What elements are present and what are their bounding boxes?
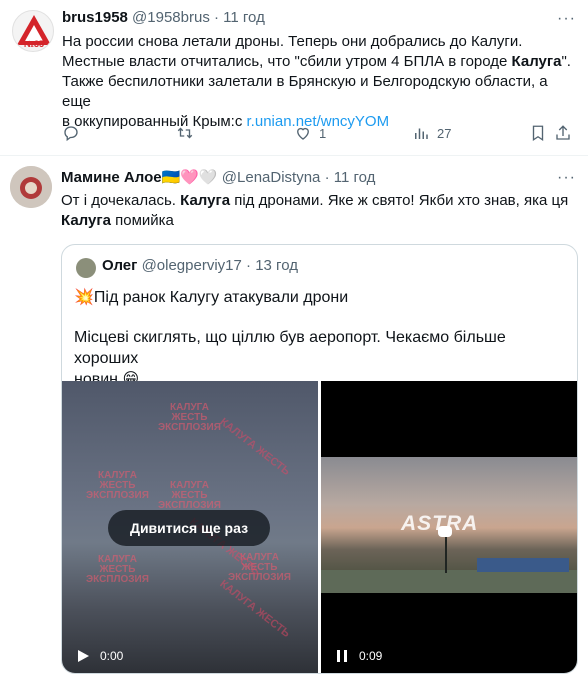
collision-emoji: 💥 bbox=[74, 289, 94, 306]
tweet-header: Мамине Алое🇺🇦🩷🤍 @LenaDistyna · 11 год bbox=[61, 168, 375, 188]
avatar-logo-icon: №35 bbox=[17, 15, 51, 49]
retweet-button[interactable] bbox=[176, 123, 194, 143]
tweet-brus1958[interactable]: №35 brus1958 @1958brus · 11 год ··· На р… bbox=[0, 0, 588, 156]
separator-dot: · bbox=[324, 169, 330, 186]
avatar[interactable]: №35 bbox=[12, 10, 54, 52]
share-icon bbox=[556, 125, 570, 140]
tweet-lenadistyna[interactable]: Мамине Алое🇺🇦🩷🤍 @LenaDistyna · 11 год ··… bbox=[0, 157, 588, 682]
avatar[interactable] bbox=[10, 166, 52, 208]
display-name[interactable]: Мамине Алое bbox=[61, 169, 162, 186]
quoted-tweet[interactable]: Олег @olegperviy17 · 13 год 💥Під ранок К… bbox=[61, 244, 578, 674]
user-handle[interactable]: @1958brus bbox=[132, 9, 210, 26]
reply-button[interactable] bbox=[62, 123, 80, 143]
tweet-line-1: От і дочекалась. Калуга під дронами. Яке… bbox=[61, 192, 569, 209]
retweet-icon bbox=[177, 127, 193, 139]
quote-header: Олег @olegperviy17 · 13 год bbox=[102, 256, 298, 276]
separator-dot: · bbox=[246, 257, 252, 274]
watermark: КАЛУГА ЖЕСТЬ ЭКСПЛОЗИЯ bbox=[86, 554, 149, 585]
views-icon bbox=[415, 128, 428, 139]
heart-icon bbox=[297, 127, 309, 140]
play-icon[interactable] bbox=[76, 649, 90, 663]
tweet-header: brus1958 @1958brus · 11 год bbox=[62, 8, 265, 28]
like-count: 1 bbox=[319, 125, 327, 141]
watermark: КАЛУГА ЖЕСТЬ ЭКСПЛОЗИЯ bbox=[158, 402, 221, 433]
diagonal-watermark: КАЛУГА ЖЕСТЬ bbox=[217, 577, 293, 641]
watermark: КАЛУГА ЖЕСТЬ ЭКСПЛОЗИЯ bbox=[158, 480, 221, 511]
quote-handle: @olegperviy17 bbox=[141, 257, 242, 274]
quote-timestamp: 13 год bbox=[255, 257, 298, 274]
timestamp[interactable]: 11 год bbox=[223, 9, 265, 26]
pause-icon[interactable] bbox=[335, 649, 349, 663]
reply-icon bbox=[64, 126, 78, 142]
quote-display-name: Олег bbox=[102, 257, 138, 274]
video-2[interactable]: ASTRA 0:09 bbox=[321, 381, 577, 673]
more-options-icon[interactable]: ··· bbox=[557, 169, 576, 187]
like-button[interactable]: 1 bbox=[294, 123, 326, 143]
tweet-line-2: Калуга помийка bbox=[61, 212, 174, 229]
user-handle[interactable]: @LenaDistyna bbox=[222, 169, 321, 186]
diagonal-watermark: КАЛУГА ЖЕСТЬ bbox=[217, 415, 293, 479]
watermark: КАЛУГА ЖЕСТЬ ЭКСПЛОЗИЯ bbox=[86, 470, 149, 501]
tweet-line-3: Также беспилотники залетали в Брянскую и… bbox=[62, 73, 548, 110]
share-button[interactable] bbox=[554, 123, 572, 143]
more-options-icon[interactable]: ··· bbox=[557, 10, 576, 28]
video-time: 0:00 bbox=[100, 649, 124, 663]
avatar-photo-icon bbox=[10, 166, 52, 208]
ground bbox=[321, 570, 577, 593]
replay-button[interactable]: Дивитися ще раз bbox=[108, 510, 270, 546]
video-controls: 0:09 bbox=[321, 637, 577, 673]
name-emoji: 🇺🇦🩷🤍 bbox=[161, 169, 218, 186]
tweet-line-1: На россии снова летали дроны. Теперь они… bbox=[62, 33, 523, 50]
quote-avatar bbox=[76, 258, 96, 278]
video-1[interactable]: КАЛУГА ЖЕСТЬ ЭКСПЛОЗИЯ КАЛУГА ЖЕСТЬ ЭКСПЛОЗИ… bbox=[62, 381, 318, 673]
bookmark-icon bbox=[532, 125, 544, 142]
views-count: 27 bbox=[437, 125, 452, 141]
action-bar: 1 27 bbox=[62, 123, 570, 143]
views-button[interactable]: 27 bbox=[412, 123, 451, 143]
separator-dot: · bbox=[214, 9, 219, 26]
bookmark-button[interactable] bbox=[529, 123, 547, 143]
timestamp[interactable]: 11 год bbox=[334, 169, 376, 186]
tweet-line-2: Местные власти отчитались, что "сбили ут… bbox=[62, 53, 571, 70]
video-frame: ASTRA bbox=[321, 457, 577, 593]
building bbox=[477, 558, 569, 572]
quote-line-1: 💥Під ранок Калугу атакували дрони bbox=[74, 289, 349, 306]
tweet-text: От і дочекалась. Калуга під дронами. Яке… bbox=[61, 191, 573, 231]
video-time: 0:09 bbox=[359, 649, 383, 663]
display-name[interactable]: brus1958 bbox=[62, 9, 128, 26]
astra-logo: ASTRA bbox=[401, 512, 479, 535]
light-tower bbox=[445, 537, 447, 573]
tweet-text: На россии снова летали дроны. Теперь они… bbox=[62, 32, 572, 132]
video-controls: 0:00 bbox=[62, 637, 318, 673]
svg-text:№35: №35 bbox=[24, 39, 44, 49]
